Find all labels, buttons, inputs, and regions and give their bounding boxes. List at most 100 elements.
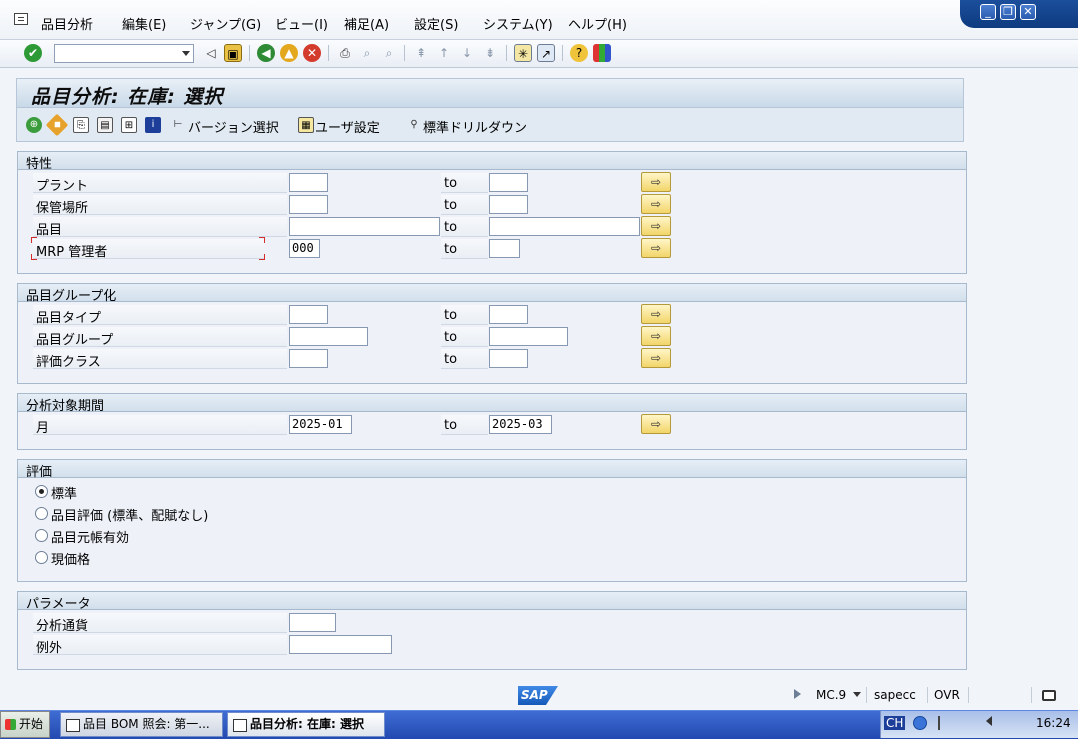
- month-to-input[interactable]: 2025-03: [489, 415, 552, 434]
- valuation-class-from-input[interactable]: [289, 349, 328, 368]
- language-indicator[interactable]: CH: [884, 716, 906, 730]
- system-menu-icon[interactable]: [14, 13, 28, 25]
- required-marker: [259, 254, 265, 260]
- window-controls: _ ❐ ✕: [960, 0, 1078, 28]
- menu-help[interactable]: ヘルプ(H): [568, 14, 627, 33]
- group-header: 特性: [18, 152, 966, 172]
- multiple-selection-button[interactable]: ⇨: [641, 414, 671, 434]
- material-group-label: 品目グループ: [36, 333, 114, 348]
- user-settings-button[interactable]: ユーザ設定: [315, 117, 380, 136]
- plant-to-input[interactable]: [489, 173, 528, 192]
- close-button[interactable]: ✕: [1020, 4, 1036, 20]
- storage-location-from-input[interactable]: [289, 195, 328, 214]
- material-type-to-input[interactable]: [489, 305, 528, 324]
- last-page-icon: ⇟: [484, 46, 496, 60]
- cancel-icon[interactable]: ✕: [303, 44, 321, 62]
- to-label: to: [444, 220, 458, 235]
- month-from-input[interactable]: 2025-01: [289, 415, 352, 434]
- dynamic-selection-icon[interactable]: ⊞: [121, 117, 137, 133]
- session-info: MC.9: [816, 688, 847, 702]
- storage-location-label: 保管場所: [36, 201, 89, 216]
- restore-button[interactable]: ❐: [1000, 4, 1016, 20]
- analysis-currency-input[interactable]: [289, 613, 336, 632]
- menu-settings[interactable]: 設定(S): [414, 14, 458, 33]
- to-label: to: [444, 418, 458, 433]
- create-session-icon[interactable]: ✳: [514, 44, 532, 62]
- version-select-button[interactable]: バージョン選択: [188, 117, 279, 136]
- print-icon[interactable]: ⎙: [336, 44, 354, 62]
- minimize-button[interactable]: _: [980, 4, 996, 20]
- insert-mode: OVR: [934, 688, 960, 702]
- status-separator: [866, 687, 867, 703]
- material-group-from-input[interactable]: [289, 327, 368, 346]
- mrp-controller-to-input[interactable]: [489, 239, 520, 258]
- to-label: to: [444, 352, 458, 367]
- copy-icon[interactable]: ⎘: [73, 117, 89, 133]
- multiple-selection-button[interactable]: ⇨: [641, 326, 671, 346]
- pen-icon[interactable]: [938, 716, 948, 730]
- variant-icon[interactable]: ◆: [45, 113, 69, 137]
- save-variant-icon[interactable]: ▤: [97, 117, 113, 133]
- enter-check-icon[interactable]: ✔: [24, 44, 42, 62]
- label-background: [33, 415, 287, 435]
- menu-material-analysis[interactable]: 品目分析: [41, 14, 93, 33]
- group-title: 品目グループ化: [26, 289, 117, 304]
- layout-menu-icon[interactable]: [593, 44, 611, 62]
- radio-standard-label[interactable]: 標準: [51, 483, 77, 502]
- info-icon[interactable]: i: [145, 117, 161, 133]
- multiple-selection-button[interactable]: ⇨: [641, 216, 671, 236]
- command-field[interactable]: [54, 44, 194, 63]
- hierarchy-icon[interactable]: ⊢: [170, 117, 186, 133]
- multiple-selection-button[interactable]: ⇨: [641, 304, 671, 324]
- create-shortcut-icon[interactable]: ↗: [537, 44, 555, 62]
- exception-input[interactable]: [289, 635, 392, 654]
- help-icon[interactable]: ?: [570, 44, 588, 62]
- menu-extras[interactable]: 補足(A): [344, 14, 389, 33]
- material-type-from-input[interactable]: [289, 305, 328, 324]
- valuation-class-to-input[interactable]: [489, 349, 528, 368]
- drilldown-icon[interactable]: ⚲: [406, 117, 422, 133]
- multiple-selection-button[interactable]: ⇨: [641, 194, 671, 214]
- back-icon[interactable]: ◀: [257, 44, 275, 62]
- status-expand-icon[interactable]: [794, 689, 801, 699]
- material-to-input[interactable]: [489, 217, 640, 236]
- help-icon[interactable]: [913, 716, 927, 730]
- task-bom-display[interactable]: 品目 BOM 照会: 第一...: [60, 712, 223, 737]
- radio-material-valuation-label[interactable]: 品目評価 (標準、配賦なし): [51, 505, 208, 524]
- chevron-down-icon[interactable]: [182, 51, 190, 56]
- group-header: 品目グループ化: [18, 284, 966, 304]
- user-settings-icon[interactable]: ▦: [298, 117, 314, 133]
- tray-expand-icon[interactable]: [986, 716, 992, 726]
- multiple-selection-button[interactable]: ⇨: [641, 348, 671, 368]
- status-separator: [1031, 687, 1032, 703]
- to-label: to: [444, 176, 458, 191]
- menu-goto[interactable]: ジャンプ(G): [190, 14, 261, 33]
- radio-material-valuation[interactable]: [35, 507, 48, 520]
- lock-icon: [1042, 690, 1056, 701]
- execute-icon[interactable]: ⊕: [26, 117, 42, 133]
- menu-edit[interactable]: 編集(E): [122, 14, 166, 33]
- standard-drilldown-button[interactable]: 標準ドリルダウン: [423, 117, 527, 136]
- radio-standard[interactable]: [35, 485, 48, 498]
- multiple-selection-button[interactable]: ⇨: [641, 238, 671, 258]
- history-back-icon[interactable]: ◁: [202, 44, 220, 62]
- start-button[interactable]: 开始: [0, 711, 50, 738]
- chevron-down-icon[interactable]: [853, 692, 861, 697]
- group-title: 評価: [26, 465, 53, 480]
- plant-from-input[interactable]: [289, 173, 328, 192]
- save-icon[interactable]: ▣: [224, 44, 242, 62]
- material-from-input[interactable]: [289, 217, 440, 236]
- task-material-analysis[interactable]: 品目分析: 在庫: 選択: [227, 712, 385, 737]
- menu-view[interactable]: ビュー(I): [275, 14, 328, 33]
- multiple-selection-button[interactable]: ⇨: [641, 172, 671, 192]
- previous-page-icon: ↑: [438, 46, 450, 60]
- radio-current-price-label[interactable]: 現価格: [51, 549, 90, 568]
- radio-material-ledger[interactable]: [35, 529, 48, 542]
- radio-material-ledger-label[interactable]: 品目元帳有効: [51, 527, 129, 546]
- mrp-controller-from-input[interactable]: 000: [289, 239, 320, 258]
- material-group-to-input[interactable]: [489, 327, 568, 346]
- menu-system[interactable]: システム(Y): [483, 14, 553, 33]
- exit-icon[interactable]: ▲: [280, 44, 298, 62]
- radio-current-price[interactable]: [35, 551, 48, 564]
- storage-location-to-input[interactable]: [489, 195, 528, 214]
